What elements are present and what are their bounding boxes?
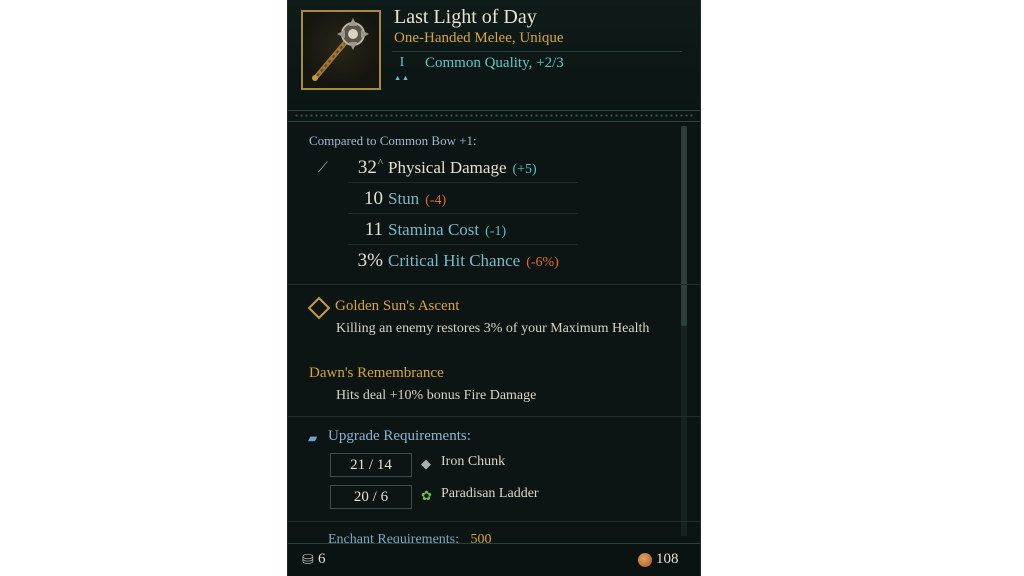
divider bbox=[288, 284, 700, 285]
perk-description: Killing an enemy restores 3% of your Max… bbox=[336, 321, 650, 336]
divider bbox=[288, 110, 700, 111]
stat-value: 32 bbox=[357, 157, 377, 178]
stat-value: 11 bbox=[364, 219, 383, 240]
item-quality: Common Quality, +2/3 bbox=[425, 55, 564, 71]
stat-name: Stamina Cost bbox=[388, 220, 480, 239]
item-type: One-Handed Melee, Unique bbox=[394, 30, 564, 46]
scrollbar-thumb[interactable] bbox=[681, 126, 687, 326]
item-price: 108 bbox=[656, 551, 679, 567]
perk-title: Golden Sun's Ascent bbox=[335, 298, 460, 314]
row-divider bbox=[348, 244, 578, 245]
stat-row-stun: 10 Stun (-4) bbox=[308, 184, 598, 214]
iron-chunk-icon: ◆ bbox=[421, 456, 431, 471]
stat-row-stamina-cost: 11 Stamina Cost (-1) bbox=[308, 215, 598, 245]
mace-icon bbox=[312, 18, 369, 81]
divider bbox=[288, 521, 700, 522]
stat-delta: (+5) bbox=[512, 162, 537, 177]
row-divider bbox=[348, 182, 578, 183]
requirement-name: Paradisan Ladder bbox=[441, 486, 539, 501]
anvil-icon: ▰ bbox=[308, 431, 318, 445]
stat-delta: (-6%) bbox=[526, 255, 559, 270]
increase-arrow-icon: ^ bbox=[377, 157, 383, 169]
item-weight: 6 bbox=[318, 551, 326, 567]
stat-delta: (-4) bbox=[425, 193, 447, 208]
tier-pips-icon: ▲▲ bbox=[394, 74, 410, 82]
item-tooltip-panel: Last Light of Day One-Handed Melee, Uniq… bbox=[287, 0, 701, 576]
requirement-amount: 21 / 14 bbox=[330, 453, 412, 477]
requirement-name: Iron Chunk bbox=[441, 454, 506, 469]
comparison-label: Compared to Common Bow +1: bbox=[309, 133, 477, 148]
tooltip-footer: ⛁ 6 108 bbox=[288, 543, 700, 576]
upgrade-requirements-title: Upgrade Requirements: bbox=[328, 428, 471, 444]
requirement-amount: 20 / 6 bbox=[330, 485, 412, 509]
header-divider bbox=[392, 51, 682, 52]
stat-value: 3% bbox=[357, 250, 383, 271]
divider bbox=[288, 416, 700, 417]
item-icon-frame bbox=[301, 10, 381, 90]
perk-title: Dawn's Remembrance bbox=[309, 365, 444, 381]
stat-row-physical-damage: ⟋ 32^ Physical Damage (+5) bbox=[308, 153, 598, 183]
item-title: Last Light of Day bbox=[394, 6, 537, 28]
tooltip-header: Last Light of Day One-Handed Melee, Uniq… bbox=[288, 0, 700, 112]
item-tier: I bbox=[399, 55, 405, 70]
divider bbox=[288, 121, 700, 122]
stat-name: Critical Hit Chance bbox=[388, 251, 521, 270]
perk-diamond-icon bbox=[307, 296, 331, 320]
sword-icon: ⟋ bbox=[318, 161, 328, 176]
perk-description: Hits deal +10% bonus Fire Damage bbox=[336, 388, 537, 403]
stat-row-critical-hit-chance: 3% Critical Hit Chance (-6%) bbox=[308, 246, 598, 276]
stat-value: 10 bbox=[364, 188, 383, 209]
row-divider bbox=[348, 213, 578, 214]
stat-name: Stun bbox=[388, 189, 420, 208]
decorative-dots bbox=[294, 113, 694, 118]
stat-name: Physical Damage bbox=[388, 158, 507, 177]
weight-icon: ⛁ bbox=[302, 553, 314, 568]
ladder-herb-icon: ✿ bbox=[421, 488, 432, 503]
coin-icon bbox=[638, 553, 652, 567]
stat-delta: (-1) bbox=[485, 224, 507, 239]
